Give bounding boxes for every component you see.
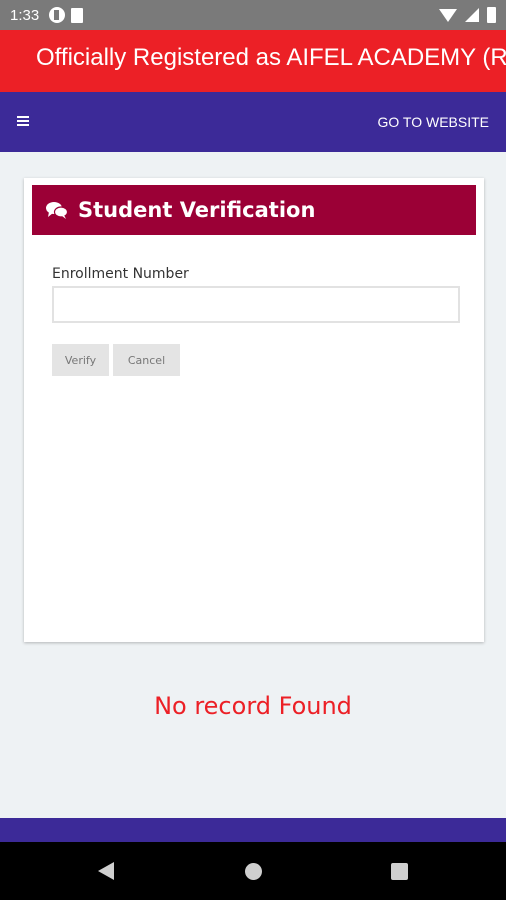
- card-title: Student Verification: [78, 198, 316, 222]
- card-header: Student Verification: [32, 185, 476, 235]
- status-time: 1:33: [10, 6, 40, 24]
- hamburger-menu-icon[interactable]: [17, 116, 29, 126]
- footer-bar: [0, 818, 506, 842]
- verify-button[interactable]: Verify: [52, 344, 109, 376]
- sd-card-icon: [71, 7, 84, 23]
- marquee-text: Officially Registered as AIFEL ACADEMY (…: [36, 44, 506, 71]
- enrollment-number-label: Enrollment Number: [52, 266, 189, 282]
- status-bar: 1:33: [0, 0, 506, 30]
- cancel-button[interactable]: Cancel: [113, 344, 180, 376]
- no-record-message: No record Found: [154, 692, 352, 720]
- chat-bubbles-icon: [46, 202, 68, 219]
- pocket-icon: [49, 7, 66, 23]
- recent-apps-icon[interactable]: [391, 863, 408, 880]
- battery-icon: [487, 7, 496, 23]
- system-navigation-bar: [0, 842, 506, 900]
- top-nav-bar: GO TO WEBSITE: [0, 92, 506, 152]
- verification-card: Student Verification Enrollment Number V…: [24, 178, 484, 642]
- wifi-icon: [439, 8, 457, 22]
- home-icon[interactable]: [245, 863, 262, 880]
- signal-icon: [465, 8, 479, 22]
- enrollment-number-input[interactable]: [52, 286, 460, 323]
- back-icon[interactable]: [98, 862, 114, 880]
- marquee-banner: Officially Registered as AIFEL ACADEMY (…: [0, 30, 506, 92]
- go-to-website-link[interactable]: GO TO WEBSITE: [377, 114, 489, 130]
